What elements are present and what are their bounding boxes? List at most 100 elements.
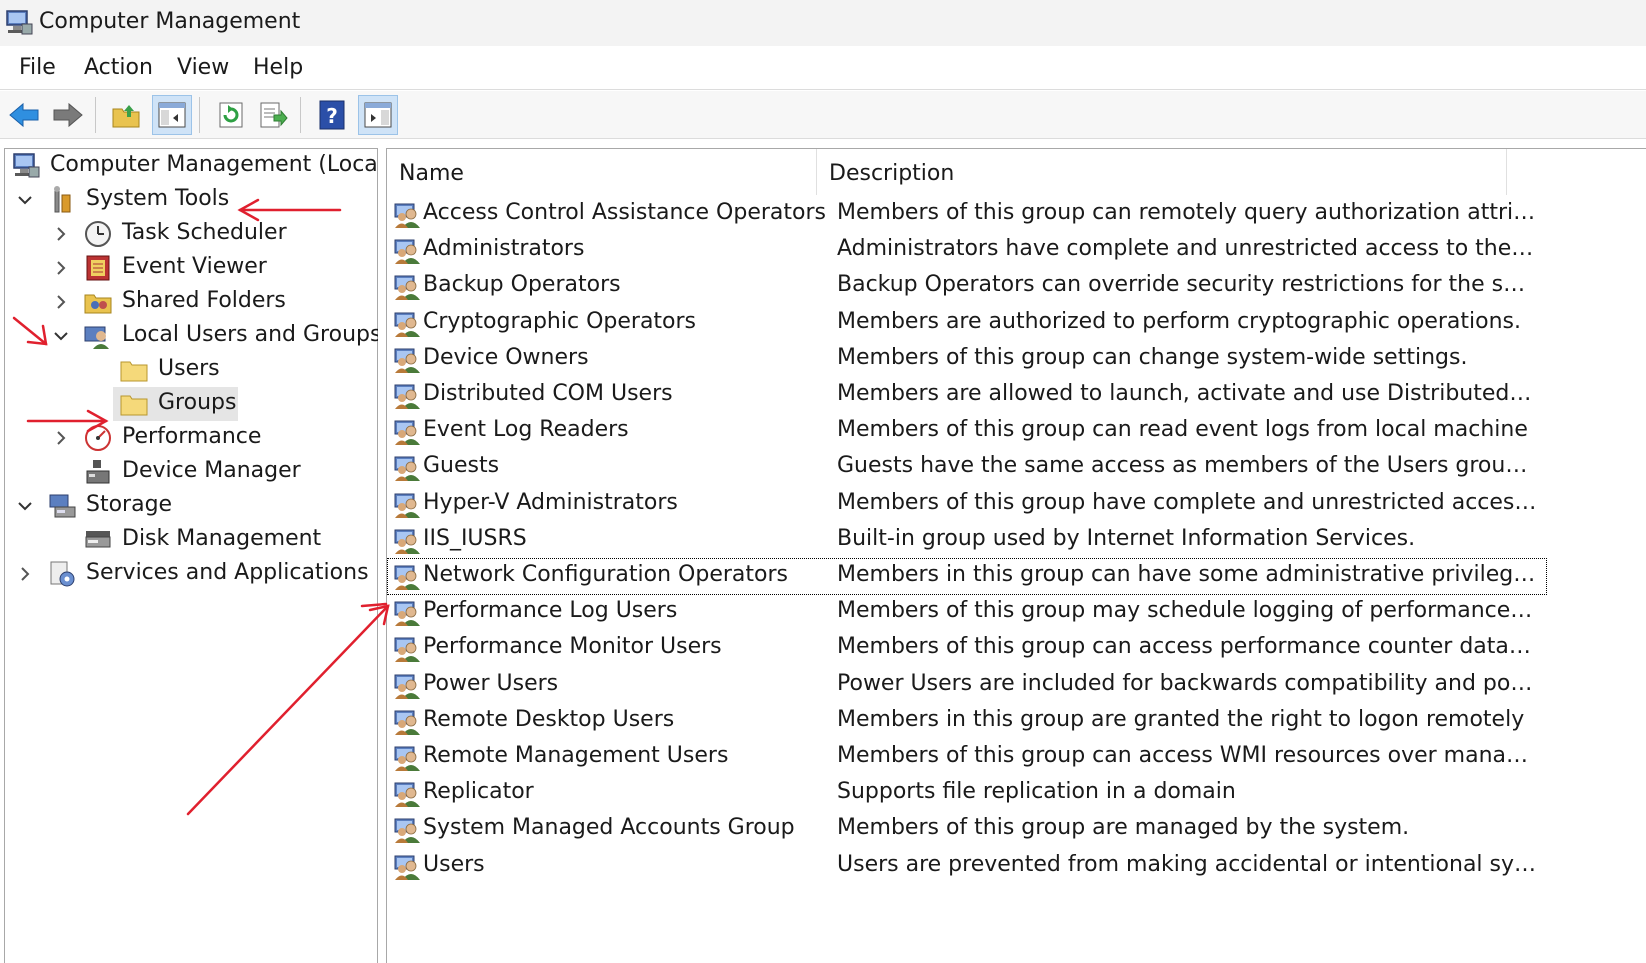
group-icon — [394, 275, 420, 301]
forward-button[interactable] — [48, 95, 88, 135]
show-hide-console-tree-icon — [158, 102, 186, 128]
group-description: Guests have the same access as members o… — [837, 453, 1537, 479]
table-row[interactable]: Administrators Administrators have comple… — [387, 232, 1547, 269]
folder-icon — [120, 395, 148, 416]
tree-item-performance[interactable]: Performance — [5, 421, 375, 455]
clock-icon — [85, 221, 111, 247]
group-name: Access Control Assistance Operators — [423, 200, 826, 225]
table-row[interactable]: Guests Guests have the same access as mem… — [387, 449, 1547, 486]
tree-item-task-scheduler[interactable]: Task Scheduler — [5, 217, 375, 251]
tree-item-local-users-and-groups[interactable]: Local Users and Groups — [5, 319, 381, 353]
groups-list-view: Name Description Access Control Assistan… — [386, 148, 1646, 963]
tree-item-device-manager[interactable]: Device Manager — [5, 455, 375, 489]
group-icon — [394, 384, 420, 409]
pane-splitter[interactable] — [378, 148, 386, 963]
help-button[interactable]: ? — [312, 95, 352, 135]
table-row[interactable]: Replicator Supports file replication in a… — [387, 775, 1547, 812]
group-name: Network Configuration Operators — [423, 562, 788, 587]
window-title: Computer Management — [39, 9, 301, 34]
menu-help[interactable]: Help — [253, 55, 303, 80]
shared-folder-icon — [84, 294, 112, 314]
tree-item-disk-management[interactable]: Disk Management — [5, 523, 375, 557]
group-description: Members are allowed to launch, activate … — [837, 381, 1537, 406]
show-hide-action-pane-button[interactable] — [358, 95, 398, 135]
group-description: Supports file replication in a domain — [837, 779, 1236, 805]
chevron-down-icon[interactable] — [17, 498, 33, 514]
table-row[interactable]: Hyper-V Administrators Members of this gr… — [387, 486, 1547, 523]
table-row[interactable]: Backup Operators Backup Operators can ove… — [387, 268, 1547, 305]
tree-item-event-viewer[interactable]: Event Viewer — [5, 251, 375, 285]
group-icon — [394, 565, 420, 590]
tree-item-storage[interactable]: Storage — [5, 489, 375, 523]
tree-item-groups[interactable]: Groups — [5, 387, 375, 421]
group-icon — [394, 529, 420, 554]
tree-label: Performance — [122, 424, 262, 449]
group-name: Users — [423, 851, 485, 877]
chevron-right-icon[interactable] — [53, 294, 69, 310]
menu-action[interactable]: Action — [84, 55, 153, 80]
tree-label: Groups — [158, 390, 237, 415]
tree-item-system-tools[interactable]: System Tools — [5, 183, 375, 217]
users-group-icon — [84, 326, 109, 349]
table-row[interactable]: Remote Desktop Users Members in this grou… — [387, 703, 1547, 740]
group-icon — [394, 203, 420, 228]
table-row[interactable]: Performance Log Users Members of this gro… — [387, 594, 1547, 631]
chevron-down-icon[interactable] — [17, 192, 33, 208]
table-row[interactable]: Power Users Power Users are included for … — [387, 667, 1547, 704]
group-icon — [394, 855, 420, 880]
menu-file[interactable]: File — [19, 55, 56, 80]
table-row[interactable]: Access Control Assistance Operators Membe… — [387, 196, 1547, 233]
table-row[interactable]: IIS_IUSRS Built-in group used by Internet… — [387, 522, 1547, 559]
chevron-right-icon[interactable] — [53, 430, 69, 446]
chevron-down-icon[interactable] — [53, 328, 69, 344]
table-row[interactable]: Remote Management Users Members of this g… — [387, 739, 1547, 776]
performance-gauge-icon — [85, 425, 111, 451]
group-description: Members of this group can access WMI res… — [837, 743, 1537, 768]
group-name: Hyper-V Administrators — [423, 489, 678, 515]
show-hide-console-tree-button[interactable] — [152, 95, 192, 135]
group-name: Performance Log Users — [423, 598, 678, 624]
chevron-right-icon[interactable] — [53, 260, 69, 276]
group-name: Device Owners — [423, 344, 589, 370]
refresh-button[interactable] — [211, 95, 251, 135]
group-icon — [394, 782, 420, 808]
table-row[interactable]: Users Users are prevented from making acc… — [387, 848, 1547, 885]
group-icon — [394, 420, 420, 446]
toolbar-separator — [300, 97, 301, 133]
computer-management-icon — [6, 10, 33, 35]
chevron-right-icon[interactable] — [17, 566, 33, 582]
tree-item-services-and-applications[interactable]: Services and Applications — [5, 557, 375, 591]
table-row[interactable]: Device Owners Members of this group can c… — [387, 341, 1547, 378]
up-one-level-button[interactable] — [106, 95, 146, 135]
tree-item-shared-folders[interactable]: Shared Folders — [5, 285, 375, 319]
disk-management-icon — [85, 531, 111, 548]
group-description: Administrators have complete and unrestr… — [837, 236, 1537, 262]
column-header-description[interactable]: Description — [817, 149, 1507, 195]
group-description: Members of this group have complete and … — [837, 489, 1537, 515]
group-icon — [394, 348, 420, 373]
column-header-name[interactable]: Name — [387, 149, 817, 195]
event-viewer-icon — [86, 255, 110, 281]
table-row[interactable]: Performance Monitor Users Members of this… — [387, 630, 1547, 667]
show-hide-action-pane-icon — [364, 102, 392, 128]
table-row[interactable]: Distributed COM Users Members are allowed… — [387, 377, 1547, 414]
group-description: Members of this group can access perform… — [837, 634, 1537, 660]
back-button[interactable] — [4, 95, 44, 135]
table-row[interactable]: Network Configuration Operators Members i… — [387, 558, 1547, 595]
services-icon — [50, 561, 75, 587]
export-list-icon — [260, 102, 288, 128]
table-row[interactable]: Event Log Readers Members of this group c… — [387, 413, 1547, 450]
back-arrow-icon — [9, 102, 39, 128]
group-name: System Managed Accounts Group — [423, 815, 795, 841]
table-row[interactable]: System Managed Accounts Group Members of … — [387, 811, 1547, 848]
chevron-right-icon[interactable] — [53, 226, 69, 242]
tree-item-users[interactable]: Users — [5, 353, 375, 387]
toolbar: ? — [0, 91, 1646, 139]
export-list-button[interactable] — [253, 95, 293, 135]
tree-label: Services and Applications — [86, 560, 369, 585]
title-bar: Computer Management — [0, 0, 1646, 46]
table-row[interactable]: Cryptographic Operators Members are autho… — [387, 305, 1547, 342]
tree-label: Disk Management — [122, 526, 322, 551]
tree-item-computer-management[interactable]: Computer Management (Local) — [5, 149, 392, 183]
menu-view[interactable]: View — [177, 55, 229, 80]
